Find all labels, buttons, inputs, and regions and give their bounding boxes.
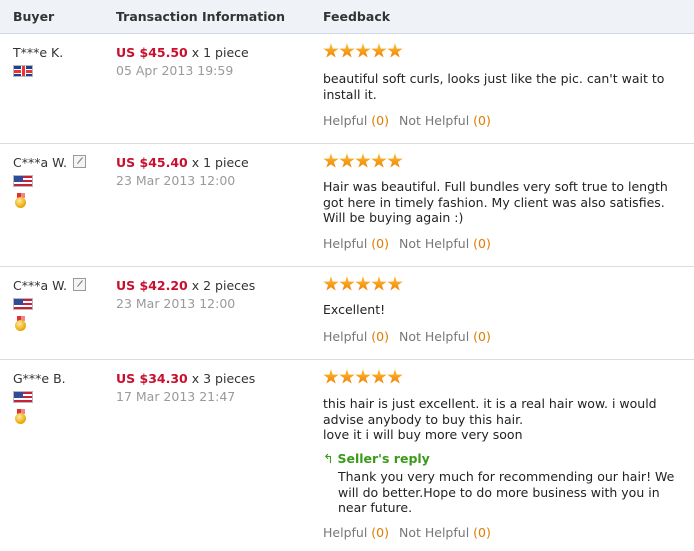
helpful-link[interactable]: Helpful (0) bbox=[323, 525, 389, 540]
transaction-date: 23 Mar 2013 12:00 bbox=[116, 296, 236, 311]
price-amount: US $34.30 bbox=[116, 371, 188, 386]
star-rating bbox=[323, 43, 403, 59]
medal-icon bbox=[15, 316, 27, 332]
helpful-votes: Helpful (0) Not Helpful (0) bbox=[323, 236, 491, 251]
star-rating bbox=[323, 369, 403, 385]
not-helpful-link[interactable]: Not Helpful (0) bbox=[399, 113, 491, 128]
reply-arrow-icon: ↰ bbox=[323, 451, 334, 466]
review-row: C***a W. US $42.20 x 2 pieces 23 Mar 201… bbox=[0, 267, 694, 360]
helpful-link[interactable]: Helpful (0) bbox=[323, 236, 389, 251]
star-icon bbox=[371, 276, 387, 291]
buyer-name: C***a W. bbox=[13, 155, 87, 170]
star-icon bbox=[371, 153, 387, 168]
not-helpful-link[interactable]: Not Helpful (0) bbox=[399, 329, 491, 344]
helpful-votes: Helpful (0) Not Helpful (0) bbox=[323, 113, 491, 128]
star-icon bbox=[387, 43, 403, 58]
star-icon bbox=[323, 369, 339, 384]
medal-icon bbox=[15, 193, 27, 209]
flag-us-icon bbox=[13, 175, 33, 187]
medal-icon bbox=[15, 409, 27, 425]
star-icon bbox=[339, 369, 355, 384]
star-icon bbox=[323, 276, 339, 291]
star-icon bbox=[339, 43, 355, 58]
feedback-column-header: Feedback bbox=[323, 9, 391, 24]
quantity: x 3 pieces bbox=[191, 371, 256, 386]
seller-reply-text: Thank you very much for recommending our… bbox=[338, 469, 675, 515]
star-icon bbox=[339, 276, 355, 291]
buyer-name: C***a W. bbox=[13, 278, 87, 293]
star-icon bbox=[355, 43, 371, 58]
star-rating bbox=[323, 153, 403, 169]
star-icon bbox=[339, 153, 355, 168]
flag-uk-icon bbox=[13, 65, 33, 77]
transaction-column-header: Transaction Information bbox=[116, 9, 285, 24]
star-icon bbox=[323, 43, 339, 58]
review-row: C***a W. US $45.40 x 1 piece 23 Mar 2013… bbox=[0, 144, 694, 267]
not-helpful-link[interactable]: Not Helpful (0) bbox=[399, 236, 491, 251]
star-icon bbox=[355, 153, 371, 168]
star-icon bbox=[371, 43, 387, 58]
star-icon bbox=[387, 369, 403, 384]
table-header: Buyer Transaction Information Feedback bbox=[0, 0, 694, 34]
edit-icon bbox=[73, 155, 87, 168]
quantity: x 1 piece bbox=[191, 45, 249, 60]
edit-icon bbox=[73, 278, 87, 291]
feedback-text: this hair is just excellent. it is a rea… bbox=[323, 396, 673, 443]
quantity: x 1 piece bbox=[191, 155, 249, 170]
feedback-line: this hair is just excellent. it is a rea… bbox=[323, 396, 657, 427]
price-amount: US $45.40 bbox=[116, 155, 188, 170]
review-row: G***e B. US $34.30 x 3 pieces 17 Mar 201… bbox=[0, 360, 694, 551]
star-icon bbox=[355, 369, 371, 384]
buyer-name: T***e K. bbox=[13, 45, 64, 60]
star-icon bbox=[387, 276, 403, 291]
buyer-name: G***e B. bbox=[13, 371, 66, 386]
helpful-link[interactable]: Helpful (0) bbox=[323, 113, 389, 128]
not-helpful-link[interactable]: Not Helpful (0) bbox=[399, 525, 491, 540]
star-icon bbox=[355, 276, 371, 291]
price-amount: US $45.50 bbox=[116, 45, 188, 60]
star-icon bbox=[323, 153, 339, 168]
quantity: x 2 pieces bbox=[191, 278, 256, 293]
star-icon bbox=[387, 153, 403, 168]
helpful-link[interactable]: Helpful (0) bbox=[323, 329, 389, 344]
flag-us-icon bbox=[13, 391, 33, 403]
price-amount: US $42.20 bbox=[116, 278, 188, 293]
transaction-date: 17 Mar 2013 21:47 bbox=[116, 389, 236, 404]
review-row: T***e K. US $45.50 x 1 piece 05 Apr 2013… bbox=[0, 34, 694, 144]
transaction-price: US $45.40 x 1 piece bbox=[116, 155, 249, 170]
buyer-column-header: Buyer bbox=[13, 9, 55, 24]
seller-reply-title: ↰ Seller's reply bbox=[323, 451, 430, 466]
feedback-text: beautiful soft curls, looks just like th… bbox=[323, 71, 665, 102]
star-rating bbox=[323, 276, 403, 292]
transaction-date: 05 Apr 2013 19:59 bbox=[116, 63, 234, 78]
feedback-line: love it i will buy more very soon bbox=[323, 427, 523, 442]
feedback-text: Hair was beautiful. Full bundles very so… bbox=[323, 179, 668, 225]
star-icon bbox=[371, 369, 387, 384]
transaction-price: US $42.20 x 2 pieces bbox=[116, 278, 255, 293]
transaction-price: US $45.50 x 1 piece bbox=[116, 45, 249, 60]
feedback-text: Excellent! bbox=[323, 302, 386, 317]
transaction-date: 23 Mar 2013 12:00 bbox=[116, 173, 236, 188]
flag-us-icon bbox=[13, 298, 33, 310]
helpful-votes: Helpful (0) Not Helpful (0) bbox=[323, 525, 491, 540]
helpful-votes: Helpful (0) Not Helpful (0) bbox=[323, 329, 491, 344]
transaction-price: US $34.30 x 3 pieces bbox=[116, 371, 255, 386]
